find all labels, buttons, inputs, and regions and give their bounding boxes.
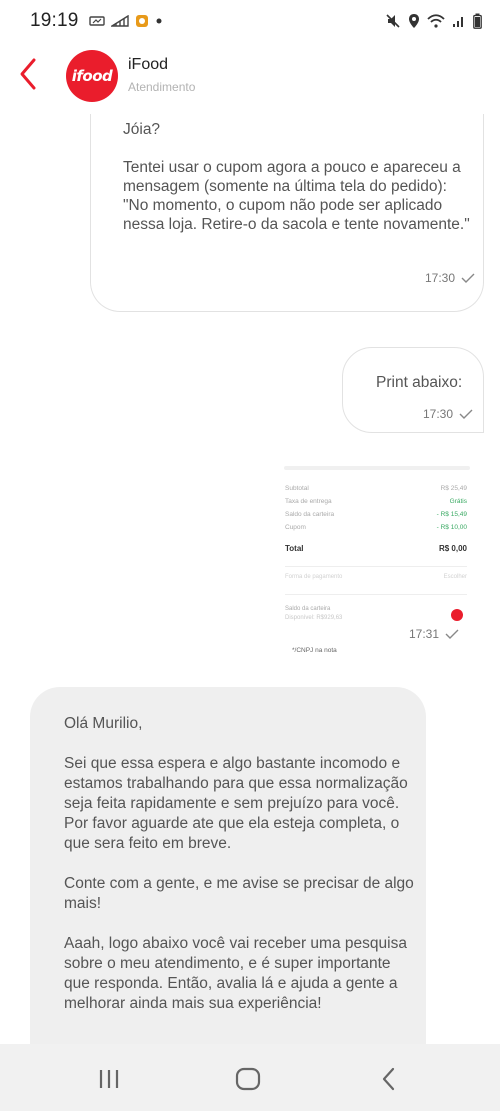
dot-icon <box>156 18 162 24</box>
system-nav-bar <box>0 1044 500 1111</box>
message-paragraph: Sei que essa espera e algo bastante inco… <box>64 755 408 852</box>
receipt-row-value: Grátis <box>449 498 467 505</box>
message-bubble-outgoing[interactable]: Jóia? Tentei usar o cupom agora a pouco … <box>90 114 484 312</box>
back-nav-button[interactable] <box>374 1064 404 1094</box>
receipt-total: Total R$ 0,00 <box>285 544 467 553</box>
mute-icon <box>386 14 400 28</box>
app-icon <box>135 15 148 27</box>
message-time: 17:30 <box>423 407 454 421</box>
receipt-payment-row: Forma de pagamento Escolher <box>285 574 467 580</box>
receipt-row-value: R$ 25,49 <box>440 485 467 492</box>
smart-manager-icon <box>88 16 105 26</box>
receipt-total-value: R$ 0,00 <box>438 544 467 553</box>
recents-button[interactable] <box>94 1064 124 1094</box>
receipt-payment-label: Forma de pagamento <box>285 574 343 580</box>
message-paragraph: Conte com a gente, e me avise se precisa… <box>64 875 414 912</box>
receipt-divider <box>285 594 467 595</box>
receipt-row: Subtotal R$ 25,49 <box>285 485 467 492</box>
check-icon <box>445 629 459 639</box>
receipt-total-label: Total <box>285 544 304 553</box>
status-right-icons <box>385 13 482 29</box>
status-left-icons <box>88 14 163 28</box>
home-icon <box>235 1067 261 1091</box>
message-image-receipt[interactable]: Subtotal R$ 25,49 Taxa de entrega Grátis… <box>282 466 472 656</box>
chat-subtitle: Atendimento <box>128 80 196 94</box>
location-icon <box>409 14 419 28</box>
logo-text: ifood <box>71 67 113 85</box>
chevron-left-icon <box>20 58 36 90</box>
battery-icon <box>473 13 482 29</box>
receipt-divider <box>285 566 467 567</box>
message-text: Jóia? Tentei usar o cupom agora a pouco … <box>123 120 473 253</box>
receipt-row: Cupom - R$ 10,00 <box>285 524 467 531</box>
status-bar: 19:19 <box>0 0 500 42</box>
message-meta: 17:31 <box>409 627 459 641</box>
recents-icon <box>99 1070 119 1088</box>
message-bubble-outgoing[interactable]: Print abaixo: 17:30 <box>342 347 484 433</box>
cell-signal-icon <box>453 17 463 27</box>
wifi-icon <box>427 14 445 28</box>
message-time: 17:31 <box>409 627 440 641</box>
receipt-row-label: Subtotal <box>285 485 309 492</box>
receipt-payment-action: Escolher <box>443 574 467 580</box>
message-paragraph: Aaah, logo abaixo você vai receber uma p… <box>64 935 407 1012</box>
receipt-wallet-available: Disponível: R$929,63 <box>285 615 343 621</box>
chat-title: iFood <box>128 56 169 73</box>
message-paragraph: Olá Murilio, <box>64 715 143 732</box>
message-meta: 17:30 <box>423 407 473 421</box>
check-icon <box>459 409 473 419</box>
receipt-row-label: Cupom <box>285 524 306 531</box>
message-paragraph: Jóia? <box>123 121 161 138</box>
receipt-row-value: - R$ 10,00 <box>436 524 467 531</box>
chat-header: ifood iFood Atendimento <box>0 42 500 114</box>
message-paragraph: Tentei usar o cupom agora a pouco e apar… <box>123 159 470 233</box>
back-icon <box>382 1067 395 1091</box>
message-meta: 17:30 <box>425 271 475 285</box>
receipt-row-value: - R$ 15,49 <box>436 511 467 518</box>
message-text: Print abaixo: <box>376 374 463 391</box>
receipt-row: Taxa de entrega Grátis <box>285 498 467 505</box>
status-time: 19:19 <box>30 10 79 31</box>
back-button[interactable] <box>14 56 44 92</box>
ifood-logo[interactable]: ifood <box>66 50 118 102</box>
receipt-row-label: Saldo da carteira <box>285 511 335 518</box>
signal-bars-icon <box>110 15 129 27</box>
chat-area[interactable]: Jóia? Tentei usar o cupom agora a pouco … <box>0 114 500 1044</box>
receipt-wallet-label: Saldo da carteira <box>285 606 331 612</box>
receipt-row: Saldo da carteira - R$ 15,49 <box>285 511 467 518</box>
receipt-row-label: Taxa de entrega <box>285 498 332 505</box>
check-icon <box>461 273 475 283</box>
message-time: 17:30 <box>425 271 456 285</box>
message-bubble-incoming[interactable]: Olá Murilio, Sei que essa espera e algo … <box>30 687 426 1044</box>
home-button[interactable] <box>233 1064 263 1094</box>
message-text: Olá Murilio, Sei que essa espera e algo … <box>64 714 414 1034</box>
receipt-toggle-dot <box>451 609 463 621</box>
receipt-cnpj-text: */CNPJ na nota <box>292 647 337 654</box>
receipt-top-edge <box>284 466 470 470</box>
